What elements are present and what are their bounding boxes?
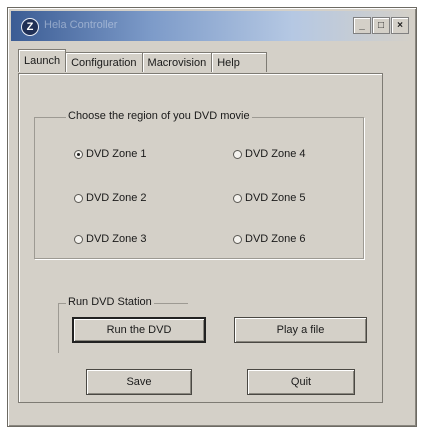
tab-macrovision[interactable]: Macrovision [141, 52, 213, 72]
radio-button-icon [74, 234, 83, 244]
radio-zone-4[interactable]: DVD Zone 4 [233, 148, 306, 160]
radio-zone-6[interactable]: DVD Zone 6 [233, 233, 306, 245]
region-group-label: Choose the region of you DVD movie [66, 110, 252, 122]
app-logo-icon: Z [21, 18, 39, 36]
radio-label: DVD Zone 4 [245, 148, 306, 160]
radio-label: DVD Zone 6 [245, 233, 306, 245]
tab-help[interactable]: Help [211, 52, 268, 72]
maximize-button[interactable]: □ [372, 17, 390, 34]
close-button[interactable]: × [391, 17, 409, 34]
run-group-label: Run DVD Station [66, 296, 154, 308]
radio-zone-2[interactable]: DVD Zone 2 [74, 192, 147, 204]
play-file-button[interactable]: Play a file [234, 317, 367, 343]
radio-button-icon [74, 149, 83, 159]
radio-label: DVD Zone 3 [86, 233, 147, 245]
radio-label: DVD Zone 2 [86, 192, 147, 204]
radio-button-icon [233, 193, 242, 203]
tab-configuration[interactable]: Configuration [65, 52, 143, 72]
title-bar[interactable]: Z Hela Controller _ □ × [11, 11, 413, 41]
radio-label: DVD Zone 5 [245, 192, 306, 204]
tab-strip: Launch Configuration Macrovision Help [18, 49, 268, 74]
window-title: Hela Controller [44, 19, 118, 31]
quit-button[interactable]: Quit [247, 369, 355, 395]
tab-launch[interactable]: Launch [18, 49, 67, 72]
radio-zone-5[interactable]: DVD Zone 5 [233, 192, 306, 204]
radio-button-icon [233, 234, 242, 244]
radio-zone-3[interactable]: DVD Zone 3 [74, 233, 147, 245]
radio-zone-1[interactable]: DVD Zone 1 [74, 148, 147, 160]
minimize-button[interactable]: _ [353, 17, 371, 34]
run-dvd-button[interactable]: Run the DVD [72, 317, 206, 343]
radio-button-icon [74, 193, 83, 203]
radio-label: DVD Zone 1 [86, 148, 147, 160]
save-button[interactable]: Save [86, 369, 192, 395]
radio-button-icon [233, 149, 242, 159]
